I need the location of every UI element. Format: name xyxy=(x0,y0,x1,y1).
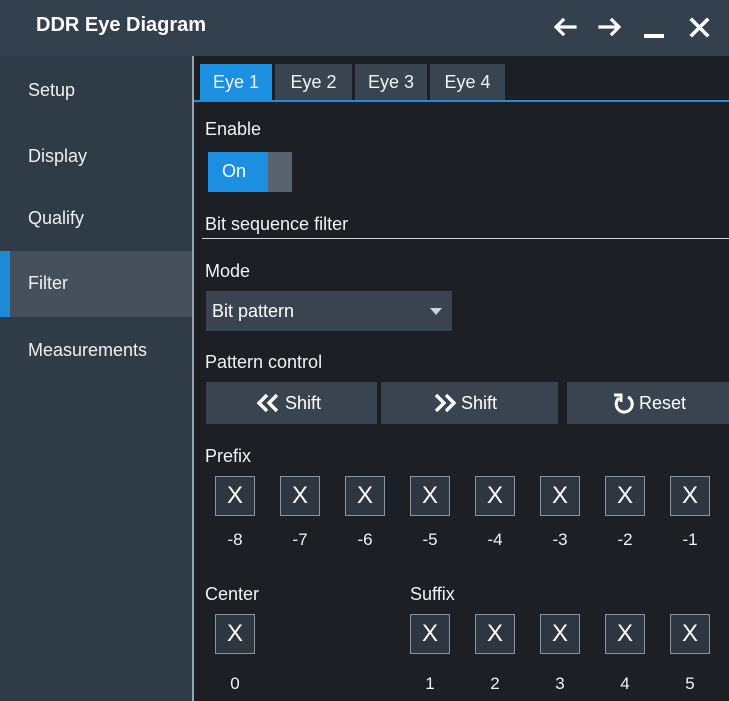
sidebar-item-label: Qualify xyxy=(28,208,85,228)
prefix-bit-button[interactable]: X xyxy=(475,476,515,516)
tab-eye-2[interactable]: Eye 2 xyxy=(275,64,352,100)
prefix-bit-index: -6 xyxy=(357,530,373,549)
title-bar: DDR Eye Diagram xyxy=(0,0,729,56)
suffix-bit-button[interactable]: X xyxy=(540,614,580,654)
tab-eye-1[interactable]: Eye 1 xyxy=(200,64,272,100)
prefix-bit-button[interactable]: X xyxy=(410,476,450,516)
section-divider xyxy=(202,238,729,239)
chevron-down-icon xyxy=(430,308,442,315)
sidebar-item-setup[interactable]: Setup xyxy=(0,58,192,124)
mode-label: Mode xyxy=(205,261,251,281)
double-chevron-left-icon xyxy=(256,392,280,414)
suffix-bit-button[interactable]: X xyxy=(670,614,710,654)
prefix-bit-index: -5 xyxy=(422,530,438,549)
tab-underline xyxy=(194,100,729,102)
suffix-bit-button[interactable]: X xyxy=(475,614,515,654)
tab-eye-4[interactable]: Eye 4 xyxy=(430,64,505,100)
sidebar-item-qualify[interactable]: Qualify xyxy=(0,186,192,252)
reset-label: Reset xyxy=(639,393,687,413)
reset-icon xyxy=(611,392,635,414)
center-bit-index: 0 xyxy=(230,674,240,693)
prefix-bit-index: -4 xyxy=(487,530,503,549)
minimize-icon[interactable] xyxy=(640,12,668,42)
sidebar-item-label: Setup xyxy=(28,80,76,100)
sidebar-item-display[interactable]: Display xyxy=(0,124,192,190)
mode-select[interactable]: Bit pattern xyxy=(206,291,452,331)
prefix-bit-index: -3 xyxy=(552,530,568,549)
suffix-bit-index: 5 xyxy=(685,674,695,693)
enable-toggle[interactable]: On xyxy=(208,152,292,192)
sidebar-item-filter[interactable]: Filter xyxy=(0,251,192,317)
center-bit-button[interactable]: X xyxy=(215,614,255,654)
double-chevron-right-icon xyxy=(433,392,457,414)
shift-left-button[interactable]: Shift xyxy=(206,382,377,424)
suffix-bit-button[interactable]: X xyxy=(605,614,645,654)
tab-eye-3[interactable]: Eye 3 xyxy=(355,64,427,100)
prefix-bit-button[interactable]: X xyxy=(670,476,710,516)
shift-left-label: Shift xyxy=(285,393,322,413)
prefix-bit-index: -8 xyxy=(227,530,243,549)
sidebar: Setup Display Qualify Filter Measurement… xyxy=(0,56,192,701)
arrow-right-icon[interactable] xyxy=(596,12,624,42)
prefix-bit-button[interactable]: X xyxy=(540,476,580,516)
prefix-bit-button[interactable]: X xyxy=(280,476,320,516)
suffix-bit-index: 4 xyxy=(620,674,630,693)
prefix-bit-index: -1 xyxy=(682,530,698,549)
center-label: Center xyxy=(205,584,260,604)
prefix-bit-button[interactable]: X xyxy=(605,476,645,516)
filter-panel: Eye 1 Eye 2 Eye 3 Eye 4 Enable On Bit se… xyxy=(194,56,729,701)
prefix-bit-button[interactable]: X xyxy=(345,476,385,516)
toggle-state-label: On xyxy=(222,161,247,181)
sidebar-item-label: Filter xyxy=(28,273,68,293)
prefix-bit-index: -2 xyxy=(617,530,633,549)
prefix-bit-button[interactable]: X xyxy=(215,476,255,516)
toggle-knob xyxy=(268,152,292,192)
shift-right-button[interactable]: Shift xyxy=(381,382,558,424)
suffix-bit-button[interactable]: X xyxy=(410,614,450,654)
sidebar-item-label: Display xyxy=(28,146,88,166)
suffix-bit-index: 3 xyxy=(555,674,565,693)
section-title: Bit sequence filter xyxy=(205,214,349,234)
suffix-bit-index: 1 xyxy=(425,674,435,693)
arrow-left-icon[interactable] xyxy=(551,12,579,42)
prefix-label: Prefix xyxy=(205,446,252,466)
prefix-bit-index: -7 xyxy=(292,530,308,549)
suffix-bit-index: 2 xyxy=(490,674,500,693)
shift-right-label: Shift xyxy=(461,393,498,413)
suffix-label: Suffix xyxy=(410,584,455,604)
close-icon[interactable] xyxy=(686,12,714,42)
reset-button[interactable]: Reset xyxy=(567,382,729,424)
enable-label: Enable xyxy=(205,119,262,139)
sidebar-item-label: Measurements xyxy=(28,340,148,360)
pattern-control-label: Pattern control xyxy=(205,352,323,372)
mode-value: Bit pattern xyxy=(212,301,295,321)
toggle-on-segment: On xyxy=(208,152,268,192)
sidebar-item-measurements[interactable]: Measurements xyxy=(0,318,192,384)
active-indicator xyxy=(0,251,10,317)
window-title: DDR Eye Diagram xyxy=(36,14,207,36)
